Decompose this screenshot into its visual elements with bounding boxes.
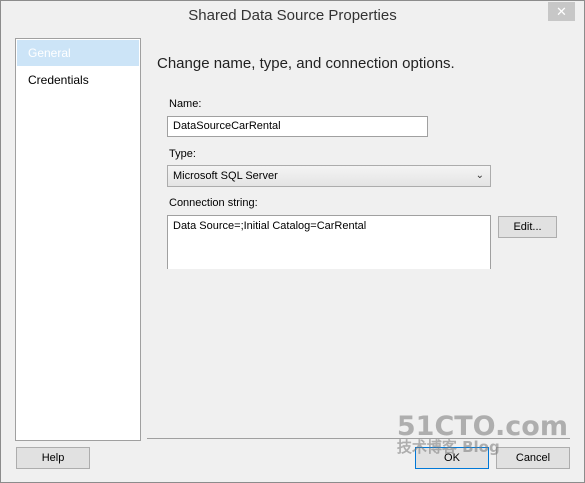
connection-string-field[interactable]: Data Source=;Initial Catalog=CarRental (167, 215, 491, 269)
nav-item-label: Credentials (28, 73, 89, 87)
dialog-window: Shared Data Source Properties ✕ General … (0, 0, 585, 483)
window-title: Shared Data Source Properties (188, 7, 397, 24)
connection-string-value: Data Source=;Initial Catalog=CarRental (173, 220, 367, 232)
nav-pane: General Credentials (15, 38, 141, 441)
name-field-value: DataSourceCarRental (173, 120, 281, 132)
type-label: Type: (169, 148, 196, 160)
close-icon: ✕ (556, 4, 567, 19)
connection-string-label: Connection string: (169, 197, 258, 209)
edit-button[interactable]: Edit... (498, 216, 557, 238)
nav-item-label: General (28, 46, 71, 60)
chevron-down-icon: ⌄ (475, 170, 484, 181)
nav-item-general[interactable]: General (17, 40, 139, 66)
name-field[interactable]: DataSourceCarRental (167, 116, 428, 137)
close-button[interactable]: ✕ (548, 2, 575, 21)
title-bar: Shared Data Source Properties ✕ (1, 1, 584, 32)
help-button[interactable]: Help (16, 447, 90, 469)
watermark: 51CTO.com 技术博客 Blog (397, 411, 568, 457)
name-label: Name: (169, 98, 202, 110)
type-select[interactable]: Microsoft SQL Server ⌄ (167, 165, 491, 187)
page-heading: Change name, type, and connection option… (157, 55, 455, 72)
nav-item-credentials[interactable]: Credentials (17, 67, 139, 93)
type-select-value: Microsoft SQL Server (173, 170, 278, 182)
